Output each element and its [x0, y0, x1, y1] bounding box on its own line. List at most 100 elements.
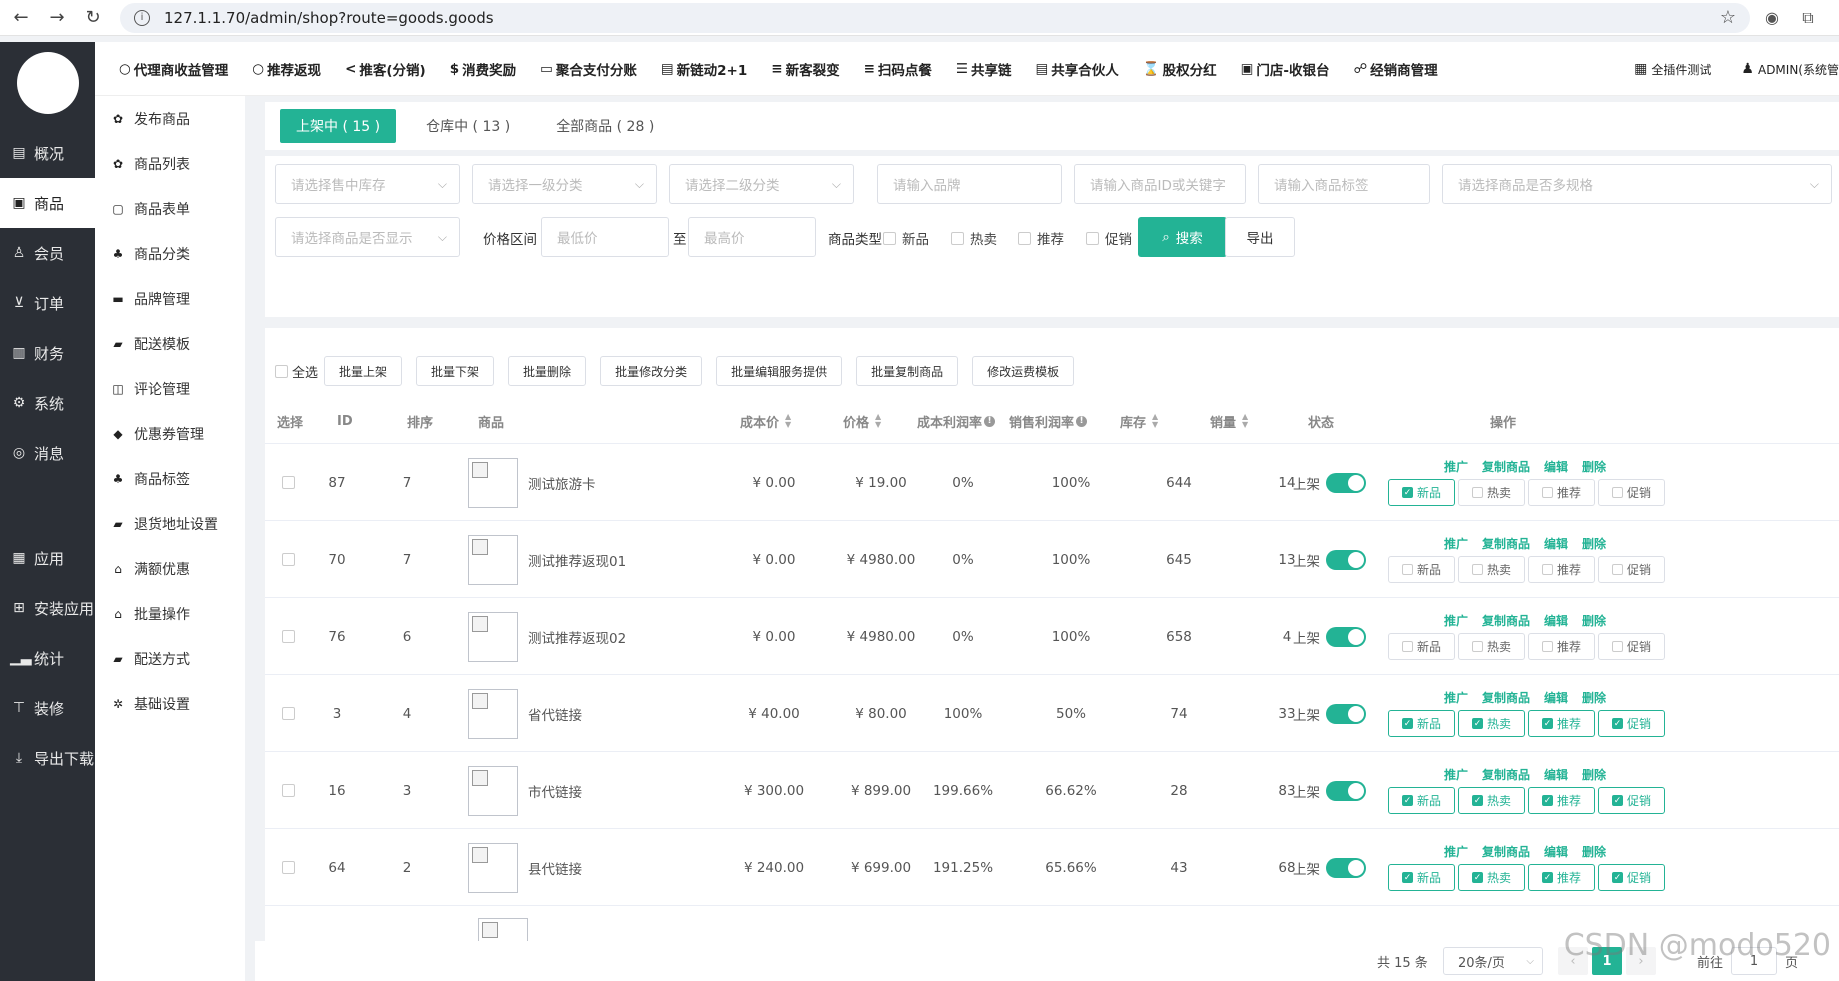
tag-toggle-1[interactable]: 热卖	[1458, 479, 1525, 506]
module-nav-item-10[interactable]: ⌛ 股权分红	[1143, 59, 1217, 79]
tag-toggle-2[interactable]: ✓ 推荐	[1528, 864, 1595, 891]
main-nav-item-11[interactable]: ⤓ 导出下载	[0, 733, 95, 783]
action-link-3[interactable]: 删除	[1582, 458, 1606, 475]
submenu-item-7[interactable]: ◆ 优惠券管理	[95, 411, 245, 456]
goods-type-checkbox-0[interactable]: 新品	[883, 228, 929, 248]
goods-type-checkbox-3[interactable]: 促销	[1086, 228, 1132, 248]
tag-toggle-2[interactable]: 推荐	[1528, 479, 1595, 506]
module-nav-item-5[interactable]: ▤ 新链动2+1	[661, 59, 747, 79]
main-nav-item-4[interactable]: ▥ 财务	[0, 328, 95, 378]
action-link-1[interactable]: 复制商品	[1482, 612, 1530, 629]
submenu-item-9[interactable]: ▰ 退货地址设置	[95, 501, 245, 546]
sort-icon[interactable]: ▲ ▼	[785, 413, 791, 429]
tag-toggle-3[interactable]: ✓ 促销	[1598, 864, 1665, 891]
action-link-1[interactable]: 复制商品	[1482, 766, 1530, 783]
submenu-item-13[interactable]: ✲ 基础设置	[95, 681, 245, 726]
module-nav-item-4[interactable]: ▭ 聚合支付分账	[540, 59, 637, 79]
sort-icon[interactable]: ▲ ▼	[1152, 413, 1158, 429]
status-toggle[interactable]	[1326, 626, 1366, 647]
forward-icon[interactable]: →	[42, 3, 72, 33]
tag-toggle-0[interactable]: ✓ 新品	[1388, 787, 1455, 814]
main-nav-item-9[interactable]: ▁▃ 统计	[0, 633, 95, 683]
export-button[interactable]: 导出	[1225, 217, 1295, 257]
puzzle-icon[interactable]: ⧉	[1794, 4, 1822, 32]
status-toggle[interactable]	[1326, 549, 1366, 570]
tab-1[interactable]: 仓库中 ( 13 )	[410, 109, 526, 143]
action-link-2[interactable]: 编辑	[1544, 612, 1568, 629]
tag-toggle-1[interactable]: ✓ 热卖	[1458, 787, 1525, 814]
bulk-button-6[interactable]: 修改运费模板	[972, 356, 1075, 386]
row-select-checkbox[interactable]	[281, 553, 295, 566]
goods-name[interactable]: 市代链接	[528, 781, 582, 801]
goods-type-checkbox-1[interactable]: 热卖	[951, 228, 997, 248]
bulk-button-5[interactable]: 批量复制商品	[856, 356, 959, 386]
tag-toggle-0[interactable]: ✓ 新品	[1388, 479, 1455, 506]
tag-toggle-1[interactable]: 热卖	[1458, 633, 1525, 660]
goods-thumbnail[interactable]	[468, 457, 518, 508]
status-toggle[interactable]	[1326, 780, 1366, 801]
tag-toggle-0[interactable]: 新品	[1388, 633, 1455, 660]
goods-name[interactable]: 测试推荐返现01	[528, 550, 626, 570]
main-nav-item-5[interactable]: ⚙ 系统	[0, 378, 95, 428]
bulk-button-2[interactable]: 批量删除	[508, 356, 587, 386]
submenu-item-0[interactable]: ✿ 发布商品	[95, 96, 245, 141]
bookmark-star-icon[interactable]: ☆	[1720, 7, 1736, 28]
action-link-3[interactable]: 删除	[1582, 843, 1606, 860]
action-link-2[interactable]: 编辑	[1544, 843, 1568, 860]
status-toggle[interactable]	[1326, 703, 1366, 724]
action-link-0[interactable]: 推广	[1444, 535, 1468, 552]
submenu-item-1[interactable]: ✿ 商品列表	[95, 141, 245, 186]
main-nav-item-10[interactable]: ⊤ 装修	[0, 683, 95, 733]
action-link-2[interactable]: 编辑	[1544, 766, 1568, 783]
search-button[interactable]: ⌕ 搜索	[1138, 217, 1227, 257]
action-link-1[interactable]: 复制商品	[1482, 458, 1530, 475]
display-select[interactable]: 请选择商品是否显示 ⌵	[275, 217, 460, 257]
category1-select[interactable]: 请选择一级分类 ⌵	[472, 164, 657, 204]
row-select-checkbox[interactable]	[281, 707, 295, 720]
row-select-checkbox[interactable]	[281, 630, 295, 643]
column-header-sales[interactable]: 销量 ▲ ▼	[1210, 398, 1248, 444]
column-header-cost[interactable]: 成本价 ▲ ▼	[740, 398, 791, 444]
submenu-item-12[interactable]: ▰ 配送方式	[95, 636, 245, 681]
tag-toggle-1[interactable]: 热卖	[1458, 556, 1525, 583]
main-nav-item-8[interactable]: ⊞ 安装应用	[0, 583, 95, 633]
goods-thumbnail[interactable]	[468, 765, 518, 816]
submenu-item-10[interactable]: ⌂ 满额优惠	[95, 546, 245, 591]
submenu-item-3[interactable]: ♣ 商品分类	[95, 231, 245, 276]
module-nav-item-3[interactable]: $ 消费奖励	[450, 59, 516, 79]
bulk-button-0[interactable]: 批量上架	[324, 356, 403, 386]
module-nav-item-7[interactable]: ≡ 扫码点餐	[864, 59, 932, 79]
plugin-menu[interactable]: ▦ 全插件测试	[1634, 61, 1711, 78]
module-nav-item-11[interactable]: ▣ 门店-收银台	[1241, 59, 1330, 79]
sort-icon[interactable]: ▲ ▼	[1242, 413, 1248, 429]
main-nav-item-1[interactable]: ▣ 商品	[0, 178, 95, 228]
tag-toggle-3[interactable]: 促销	[1598, 556, 1665, 583]
main-nav-item-3[interactable]: ⊻ 订单	[0, 278, 95, 328]
tag-toggle-3[interactable]: 促销	[1598, 633, 1665, 660]
keyword-input[interactable]: 请输入商品ID或关键字	[1074, 164, 1246, 204]
action-link-2[interactable]: 编辑	[1544, 689, 1568, 706]
goods-thumbnail[interactable]	[468, 842, 518, 893]
max-price-input[interactable]: 最高价	[688, 217, 816, 257]
user-menu[interactable]: ♟ ADMIN(系统管	[1741, 61, 1839, 78]
action-link-2[interactable]: 编辑	[1544, 535, 1568, 552]
submenu-item-11[interactable]: ⌂ 批量操作	[95, 591, 245, 636]
action-link-3[interactable]: 删除	[1582, 689, 1606, 706]
action-link-1[interactable]: 复制商品	[1482, 535, 1530, 552]
tag-toggle-1[interactable]: ✓ 热卖	[1458, 864, 1525, 891]
row-select-checkbox[interactable]	[281, 784, 295, 797]
action-link-0[interactable]: 推广	[1444, 843, 1468, 860]
page-size-select[interactable]: 20条/页 ⌵	[1443, 947, 1543, 975]
bulk-button-3[interactable]: 批量修改分类	[600, 356, 703, 386]
tag-toggle-2[interactable]: 推荐	[1528, 556, 1595, 583]
tab-0[interactable]: 上架中 ( 15 )	[280, 109, 397, 143]
goods-name[interactable]: 县代链接	[528, 858, 582, 878]
action-link-3[interactable]: 删除	[1582, 766, 1606, 783]
goods-name[interactable]: 测试旅游卡	[528, 473, 596, 493]
submenu-item-2[interactable]: ▢ 商品表单	[95, 186, 245, 231]
submenu-item-5[interactable]: ▰ 配送模板	[95, 321, 245, 366]
column-header-stock[interactable]: 库存 ▲ ▼	[1120, 398, 1158, 444]
sort-icon[interactable]: ▲ ▼	[875, 413, 881, 429]
tag-toggle-3[interactable]: 促销	[1598, 479, 1665, 506]
tag-toggle-0[interactable]: ✓ 新品	[1388, 710, 1455, 737]
